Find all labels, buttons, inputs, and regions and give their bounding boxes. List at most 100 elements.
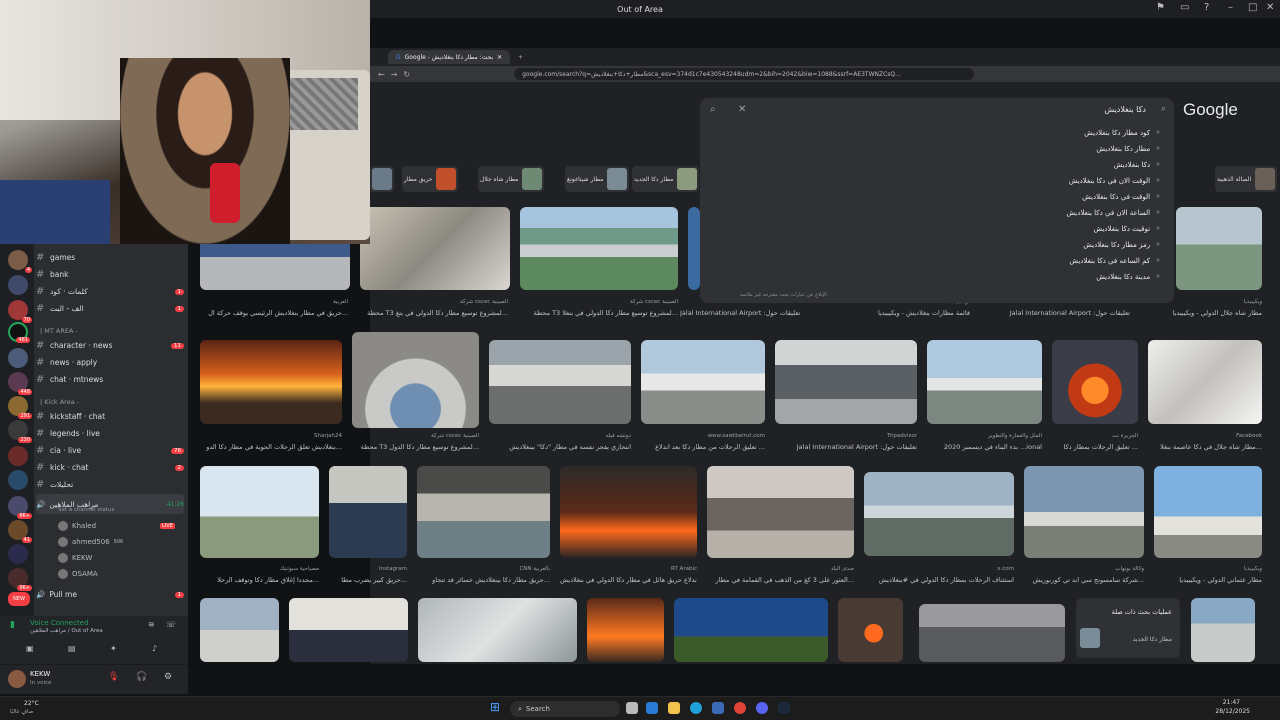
activity-icon[interactable]: ✦: [110, 644, 117, 653]
result-caption[interactable]: تعليق الرحلات من مطار دكا بعد اندلاع ...: [641, 443, 765, 451]
voice-user[interactable]: KEKW: [58, 553, 92, 563]
related-item[interactable]: مطار دكا الجديد: [1133, 636, 1172, 643]
new-server-badge[interactable]: NEW: [8, 592, 30, 606]
result-image[interactable]: [838, 598, 903, 662]
result-image[interactable]: [707, 466, 854, 558]
server-icon[interactable]: 230: [8, 420, 32, 443]
google-logo[interactable]: Google: [1183, 100, 1238, 120]
mute-icon[interactable]: 🎙: [108, 672, 119, 682]
channel-games[interactable]: # games: [36, 250, 184, 265]
result-image[interactable]: [587, 598, 664, 662]
channel-alpha[interactable]: # الف - البت 1: [36, 301, 184, 316]
discord-icon[interactable]: [756, 702, 768, 714]
back-icon[interactable]: ←: [378, 70, 385, 79]
result-caption[interactable]: انتحاري يفجر نفسه في مطار "دكا" ببنغلادي…: [489, 443, 631, 451]
suggestion-item[interactable]: كود مطار دكا بنغلاديش ⌕: [1084, 128, 1160, 137]
result-caption[interactable]: شركة سامسونج سي اند تي كوربوريش...: [1024, 576, 1144, 584]
url-field[interactable]: google.com/search?q=مطار+دكا+بنغلاديش&sc…: [514, 68, 975, 80]
username[interactable]: KEKW: [30, 670, 50, 678]
channel-chat-mtnews[interactable]: # chat · mtnews: [36, 372, 184, 387]
result-image[interactable]: [775, 340, 917, 424]
voice-user[interactable]: Khaled LIVE: [58, 521, 175, 531]
clear-icon[interactable]: ✕: [738, 104, 746, 115]
result-image[interactable]: [200, 598, 279, 662]
chrome-icon[interactable]: [734, 702, 746, 714]
channel-status[interactable]: Set a channel status: [58, 507, 114, 513]
category-mt-area[interactable]: | MT AREA -: [40, 327, 78, 335]
result-caption[interactable]: اندلاع حريق هائل في مطار دكا الدولي في ب…: [560, 576, 697, 584]
chip-fire[interactable]: حريق مطار: [402, 166, 459, 192]
tab-google[interactable]: G Google - بحث: مطار دكا بنغلاديش ✕: [388, 50, 511, 64]
server-icon[interactable]: 70: [8, 300, 32, 323]
chip-shahjalal[interactable]: مطار شاه جلال: [478, 166, 545, 192]
result-image[interactable]: [417, 466, 550, 558]
result-caption[interactable]: بدء البناء في ديسمبر 2020 ...ional: [927, 443, 1042, 451]
result-image[interactable]: [641, 340, 765, 424]
result-caption[interactable]: العثور على 3 كغ من الذهب في القمامة في م…: [707, 576, 854, 584]
explorer-icon[interactable]: [668, 702, 680, 714]
signal-icon[interactable]: ▮: [10, 620, 15, 630]
server-icon[interactable]: [8, 348, 28, 368]
suggestion-item[interactable]: الوقت في دكا بنغلاديش ⌕: [1082, 192, 1160, 201]
result-caption[interactable]: تعليق الرحلات بمطار دكا ...: [1052, 443, 1138, 451]
voice-channel-pullme[interactable]: 🔊 Pull me 1: [36, 587, 184, 602]
result-caption[interactable]: محطة T3 لمشروع توسيع مطار دكا الدولي في …: [520, 309, 678, 317]
channel-analysis[interactable]: # تحليلات: [36, 477, 184, 492]
result-caption[interactable]: Jalal International Airport :تعليقات حول: [680, 309, 800, 317]
chip-chittagong[interactable]: مطار شيتاغونغ: [565, 166, 630, 192]
channel-legends-live[interactable]: # legends · live: [36, 426, 184, 441]
disconnect-icon[interactable]: ☏: [166, 620, 176, 629]
result-image[interactable]: [864, 472, 1014, 556]
suggestion-item[interactable]: مطار دكا بنغلاديش ⌕: [1096, 144, 1160, 153]
help-icon[interactable]: ?: [1204, 2, 1209, 13]
start-icon[interactable]: ⊞: [490, 700, 500, 714]
copilot-icon[interactable]: [646, 702, 658, 714]
suggestion-item[interactable]: مدينة دكا بنغلاديش ⌕: [1096, 272, 1160, 281]
suggestion-item[interactable]: الساعة الان في دكا بنغلاديش ⌕: [1066, 208, 1160, 217]
clock-date[interactable]: 28/12/2025: [1215, 708, 1250, 715]
channel-character-news[interactable]: # character · news 11: [36, 338, 184, 353]
result-image[interactable]: [1176, 207, 1262, 290]
voice-user[interactable]: ahmed506 506: [58, 537, 123, 547]
server-icon[interactable]: 9K+: [8, 568, 32, 591]
deafen-icon[interactable]: 🎧: [136, 672, 147, 682]
steam-icon[interactable]: [778, 702, 790, 714]
result-caption[interactable]: مطار عثماني الدولي - ويكيبيديا: [1154, 576, 1262, 584]
minimize-icon[interactable]: –: [1228, 2, 1233, 13]
server-icon[interactable]: 4: [8, 250, 32, 273]
result-caption[interactable]: محطة T3 لمشروع توسيع مطار دكا الدول...: [352, 443, 479, 451]
chip-golden-hall[interactable]: الصالة الذهبية: [1215, 166, 1278, 192]
channel-bank[interactable]: # bank: [36, 267, 184, 282]
related-searches-card[interactable]: عمليات بحث ذات صلة مطار دكا الجديد: [1076, 598, 1180, 658]
server-icon[interactable]: 448: [8, 372, 32, 395]
result-caption[interactable]: بنغلاديش تعلق الرحلات الجوية في مطار دكا…: [200, 443, 342, 451]
screenshare-icon[interactable]: ▤: [68, 644, 76, 653]
result-caption[interactable]: محطة T3 لمشروع توسيع مطار دكا الدولي في …: [360, 309, 508, 317]
result-caption[interactable]: Jalal International Airport :تعليقات حول: [775, 443, 917, 451]
result-image[interactable]: [289, 598, 408, 662]
result-image[interactable]: [200, 466, 319, 558]
result-image[interactable]: [418, 598, 577, 662]
gear-icon[interactable]: ⚙: [164, 672, 172, 682]
suggestion-item[interactable]: رمز مطار دكا بنغلاديش ⌕: [1083, 240, 1160, 249]
result-caption[interactable]: حريق في مطار بنغلاديش الرئيسي يوقف حركة …: [200, 309, 348, 317]
result-caption[interactable]: قائمة مطارات بنغلاديش - ويكيبيديا: [860, 309, 970, 317]
result-image[interactable]: [1024, 466, 1144, 558]
result-caption[interactable]: حريق مطار دكا ببنغلاديش خسائر قد تتجاو..…: [417, 576, 550, 584]
result-image[interactable]: [329, 466, 407, 558]
soundboard-icon[interactable]: ♪: [152, 644, 157, 653]
close-icon[interactable]: ✕: [1266, 2, 1274, 13]
result-image[interactable]: [200, 340, 342, 424]
weather-temp[interactable]: 22°C: [24, 700, 39, 707]
server-icon[interactable]: 481: [8, 322, 30, 343]
store-icon[interactable]: [712, 702, 724, 714]
taskview-icon[interactable]: [626, 702, 638, 714]
result-image[interactable]: [560, 466, 697, 558]
result-caption[interactable]: مطار شاه جلال الدولي - ويكيبيديا: [1140, 309, 1262, 317]
clock-time[interactable]: 21:47: [1223, 699, 1240, 706]
result-caption[interactable]: استئناف الرحلات بمطار دكا الدولي في #بنغ…: [864, 576, 1014, 584]
suggestion-item[interactable]: الوقت الان في دكا بنغلاديش ⌕: [1069, 176, 1160, 185]
result-caption[interactable]: مطار شاه جلال في دكا عاصمة بنغلا...: [1148, 443, 1262, 451]
report-link[interactable]: الإبلاغ عن عبارات بحث مقترحة غير ملائمة: [740, 292, 827, 298]
channel-news-apply[interactable]: # news · apply: [36, 355, 184, 370]
